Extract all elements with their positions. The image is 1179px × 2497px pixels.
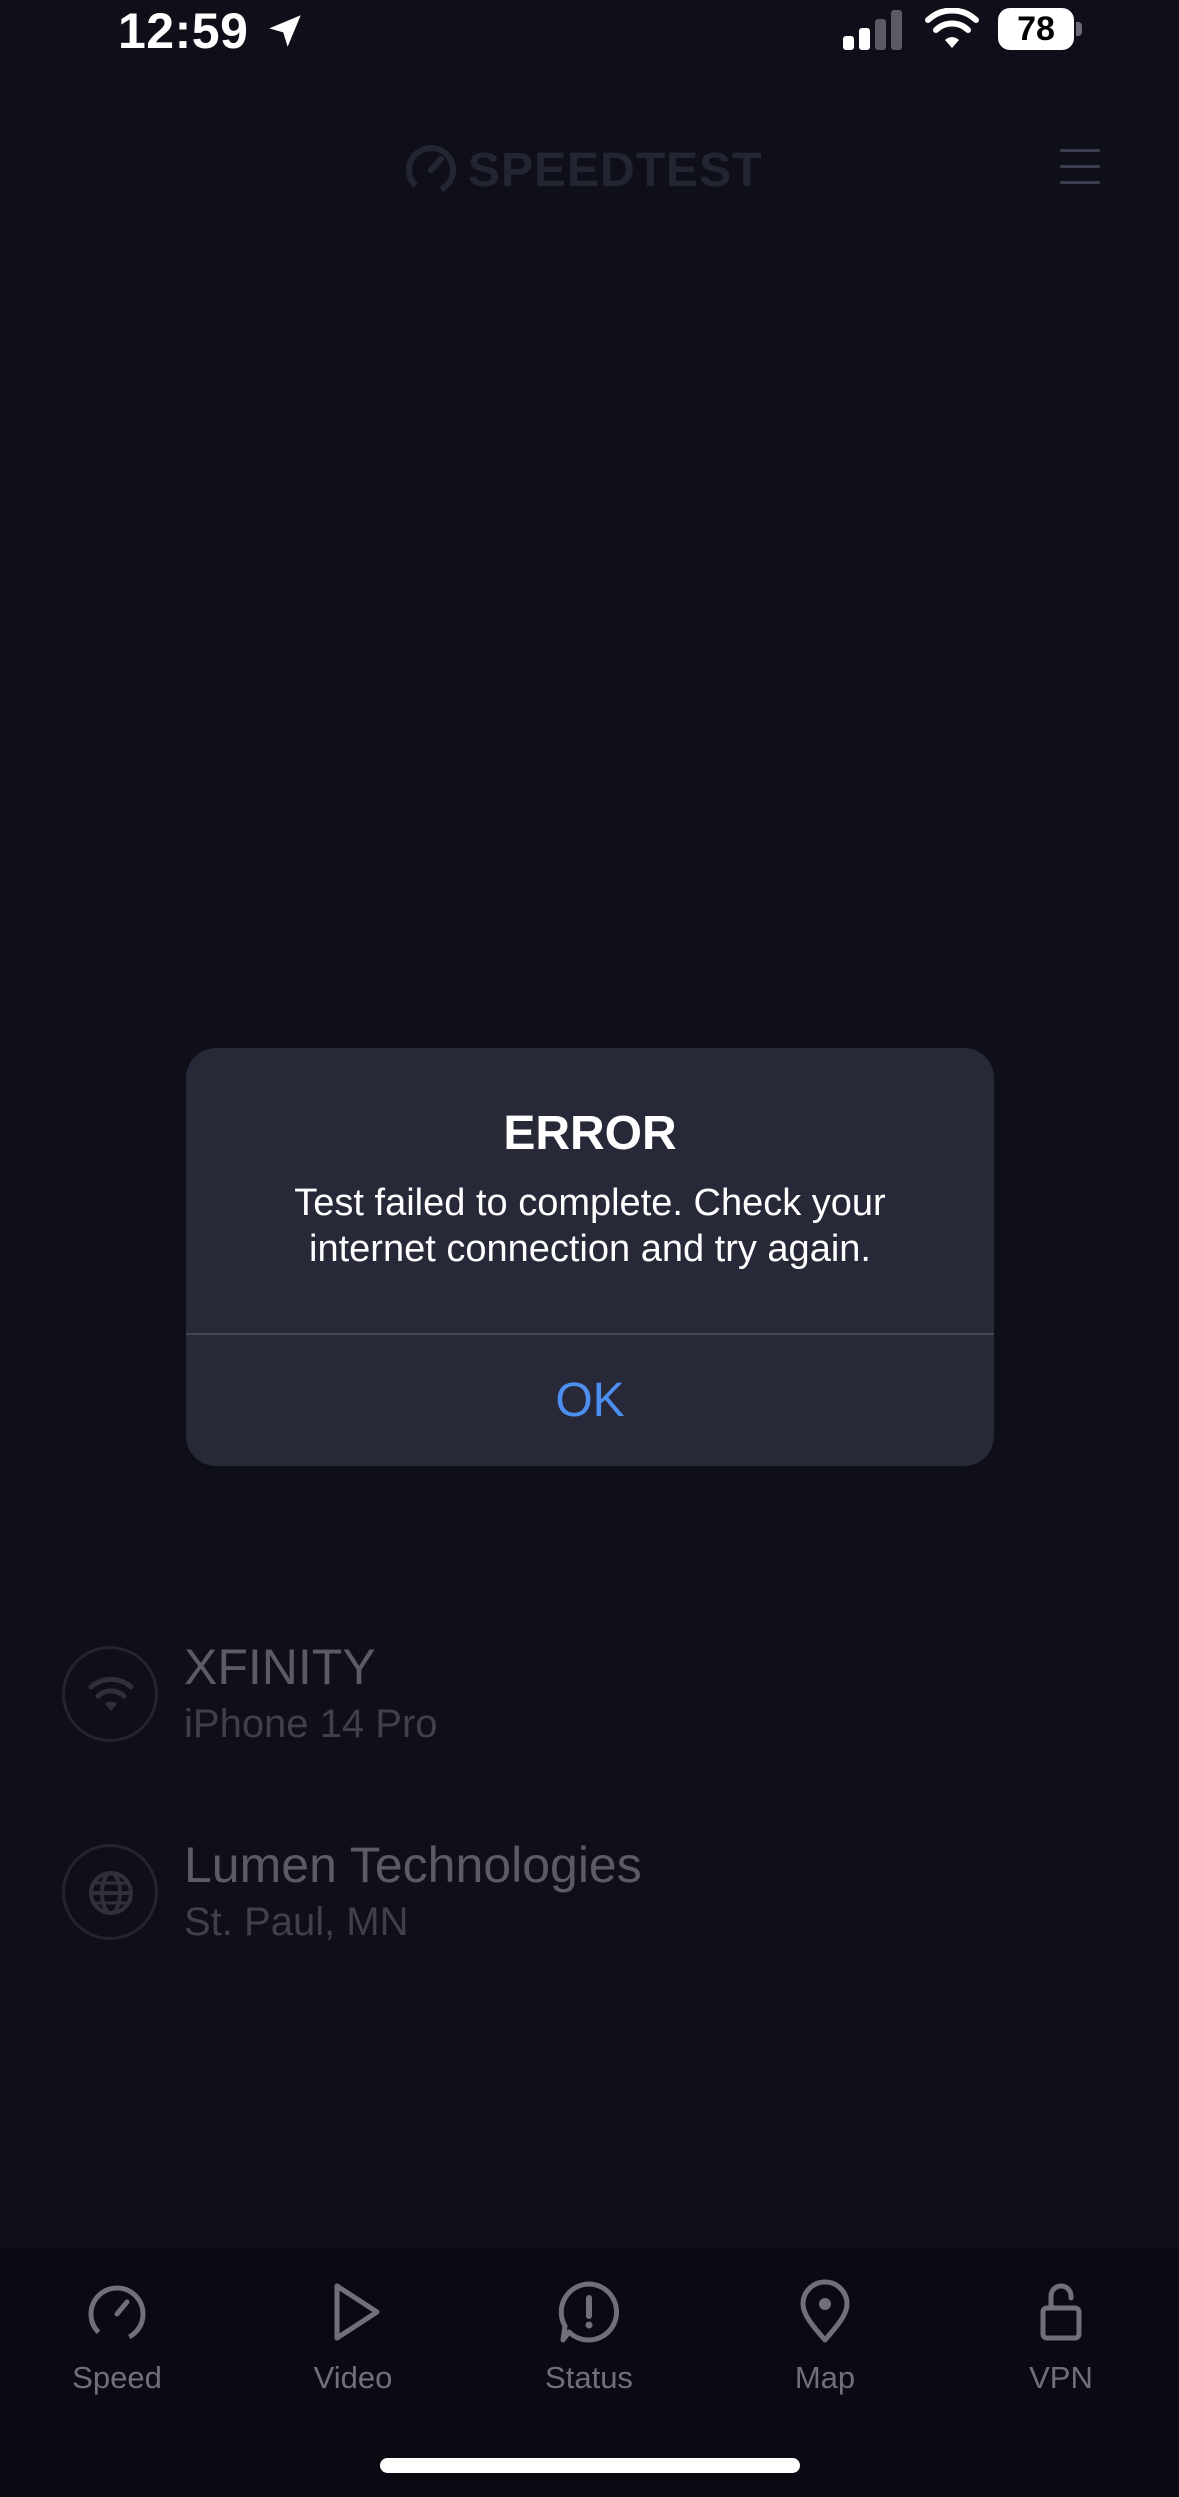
status-bar: 12:59 78 — [0, 0, 1179, 60]
speedometer-icon — [88, 2285, 146, 2343]
tab-label: Status — [545, 2360, 633, 2395]
network-name: XFINITY — [184, 1639, 376, 1695]
wifi-icon — [925, 8, 979, 48]
speedtest-logo: SPEEDTEST — [404, 140, 762, 200]
location-arrow-icon — [269, 15, 301, 47]
menu-line — [1060, 181, 1100, 184]
hamburger-menu-icon[interactable] — [1056, 143, 1104, 191]
wifi-icon — [62, 1646, 158, 1742]
play-icon — [334, 2283, 380, 2341]
error-alert: ERROR Test failed to complete. Check you… — [186, 1048, 994, 1466]
tab-label: VPN — [1029, 2360, 1093, 2395]
server-row[interactable]: Lumen Technologies St. Paul, MN — [62, 1836, 962, 1946]
connection-row[interactable]: XFINITY iPhone 14 Pro — [62, 1638, 962, 1748]
speedometer-logo-icon — [405, 145, 456, 195]
battery-level: 78 — [1017, 10, 1055, 48]
logo-text: SPEEDTEST — [468, 143, 763, 197]
alert-message: Test failed to complete. Check your inte… — [294, 1182, 886, 1270]
menu-line — [1060, 165, 1100, 168]
cellular-signal-icon — [843, 10, 902, 50]
ok-button[interactable]: OK — [186, 1335, 994, 1466]
alert-circle-icon — [558, 2281, 620, 2343]
tab-status[interactable]: Status — [494, 2278, 684, 2428]
server-provider: Lumen Technologies — [184, 1837, 642, 1893]
tab-video[interactable]: Video — [258, 2278, 448, 2428]
tab-map[interactable]: Map — [730, 2278, 920, 2428]
globe-icon — [62, 1844, 158, 1940]
tab-label: Video — [313, 2360, 393, 2395]
unlock-icon — [1040, 2283, 1082, 2341]
battery-cap — [1076, 22, 1082, 36]
status-time: 12:59 — [118, 3, 249, 59]
alert-title: ERROR — [503, 1107, 677, 1160]
tab-label: Map — [794, 2360, 856, 2395]
speedtest-screen: 12:59 78 SPEEDTEST XFINITY iPhone 14 Pro… — [0, 0, 1179, 2497]
home-indicator[interactable] — [380, 2458, 800, 2473]
tab-speed[interactable]: Speed — [22, 2278, 212, 2428]
map-pin-icon — [800, 2279, 850, 2343]
battery-icon: 78 — [998, 8, 1082, 50]
device-name: iPhone 14 Pro — [184, 1702, 438, 1746]
server-location: St. Paul, MN — [184, 1900, 409, 1944]
menu-line — [1060, 149, 1100, 152]
tab-label: Speed — [72, 2360, 162, 2395]
tab-vpn[interactable]: VPN — [966, 2278, 1156, 2428]
